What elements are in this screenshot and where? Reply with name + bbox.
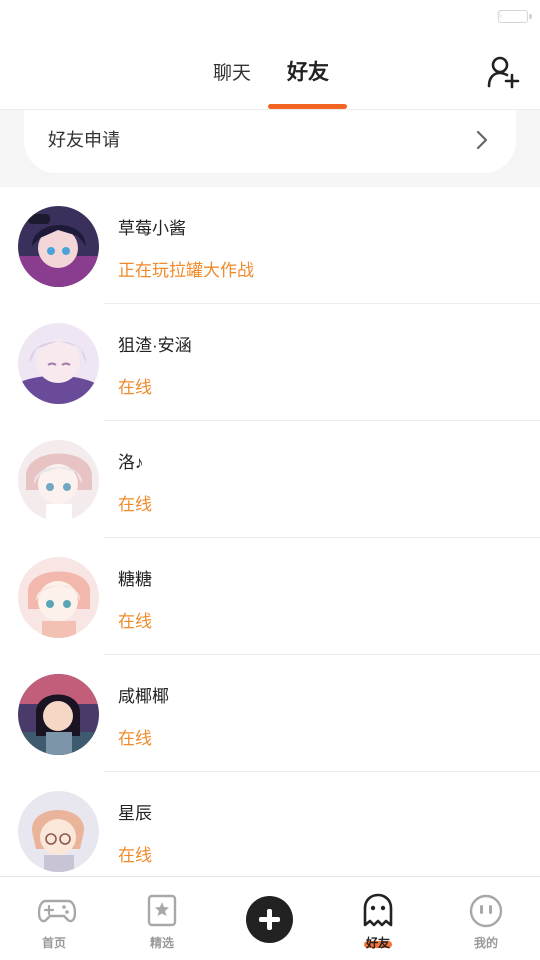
nav-me[interactable]: 我的 — [432, 877, 540, 960]
tab-friends[interactable]: 好友 — [287, 56, 329, 86]
friend-name: 咸椰椰 — [118, 687, 169, 706]
nav-label: 首页 — [41, 936, 66, 950]
plus-icon[interactable] — [246, 896, 293, 943]
ghost-icon — [363, 893, 393, 927]
friend-row[interactable]: 草莓小酱 正在玩拉罐大作战 — [0, 187, 540, 304]
friend-list: 草莓小酱 正在玩拉罐大作战 狙渣·安涵 在线 洛♪ 在线 糖糖 在线 咸椰椰 在… — [0, 187, 540, 889]
nav-label: 好友 — [365, 936, 390, 950]
friend-status: 在线 — [118, 729, 152, 748]
friend-status: 在线 — [118, 495, 152, 514]
friend-row[interactable]: 咸椰椰 在线 — [0, 655, 540, 772]
gamepad-icon — [38, 899, 76, 923]
friend-row[interactable]: 洛♪ 在线 — [0, 421, 540, 538]
friend-status: 在线 — [118, 846, 152, 865]
friend-status: 正在玩拉罐大作战 — [118, 261, 254, 280]
friend-name: 洛♪ — [118, 453, 144, 472]
star-icon — [147, 894, 177, 927]
bottom-nav: 首页 精选 好友 我的 — [0, 876, 540, 960]
friend-row[interactable]: 星辰 在线 — [0, 772, 540, 889]
friend-row[interactable]: 糖糖 在线 — [0, 538, 540, 655]
battery-icon: 5 — [497, 10, 532, 23]
nav-home[interactable]: 首页 — [0, 877, 108, 960]
friend-status: 在线 — [118, 612, 152, 631]
battery-level: 5 — [497, 10, 503, 20]
nav-label: 我的 — [473, 936, 498, 950]
friend-status: 在线 — [118, 378, 152, 397]
friend-request-button[interactable]: 好友申请 — [24, 110, 516, 173]
friend-name: 草莓小酱 — [118, 219, 186, 238]
top-tab-bar: 聊天 好友 — [0, 36, 540, 110]
tab-chat[interactable]: 聊天 — [213, 58, 251, 85]
add-user-icon[interactable] — [486, 54, 522, 90]
friend-request-section: 好友申请 — [0, 110, 540, 187]
face-icon — [469, 894, 503, 928]
nav-friends[interactable]: 好友 — [324, 877, 432, 960]
avatar[interactable] — [18, 791, 99, 872]
avatar[interactable] — [18, 674, 99, 755]
nav-label: 精选 — [149, 936, 174, 950]
avatar[interactable] — [18, 440, 99, 521]
status-bar: 5 — [0, 0, 540, 36]
nav-featured[interactable]: 精选 — [108, 877, 216, 960]
avatar[interactable] — [18, 206, 99, 287]
friend-name: 狙渣·安涵 — [118, 336, 192, 355]
active-tab-indicator — [268, 104, 347, 109]
avatar[interactable] — [18, 323, 99, 404]
friend-row[interactable]: 狙渣·安涵 在线 — [0, 304, 540, 421]
friend-name: 糖糖 — [118, 570, 152, 589]
friend-request-label: 好友申请 — [48, 130, 120, 150]
chevron-right-icon — [476, 130, 488, 150]
avatar[interactable] — [18, 557, 99, 638]
friend-name: 星辰 — [118, 804, 152, 823]
